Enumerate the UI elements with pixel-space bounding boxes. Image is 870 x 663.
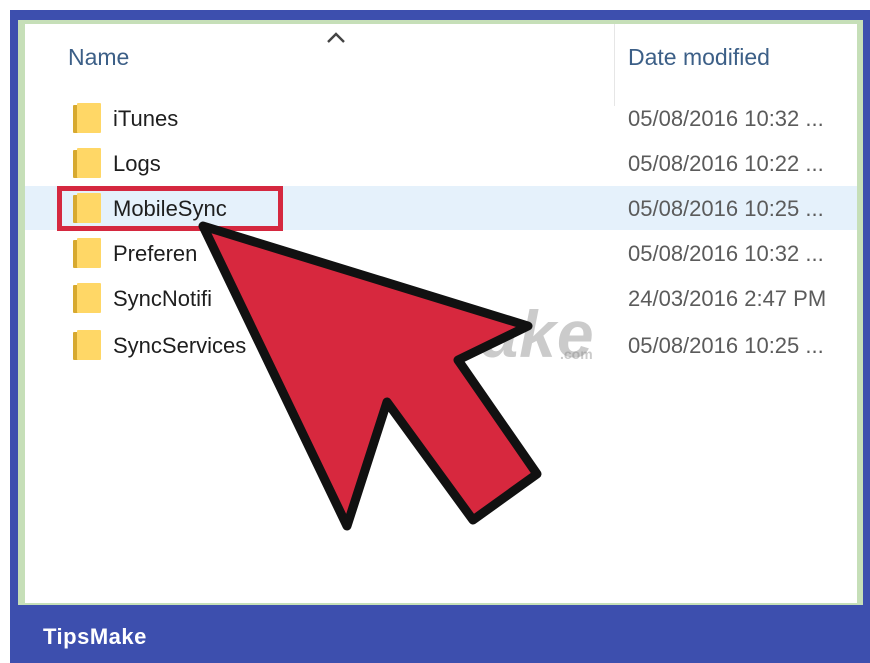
footer-brand: TipsMake (43, 624, 147, 649)
red-arrow-pointer-icon (198, 221, 542, 531)
file-list-pane: Name Date modified iTunes 05/08/2016 10:… (25, 24, 857, 603)
footer-bar: TipsMake (10, 606, 870, 663)
